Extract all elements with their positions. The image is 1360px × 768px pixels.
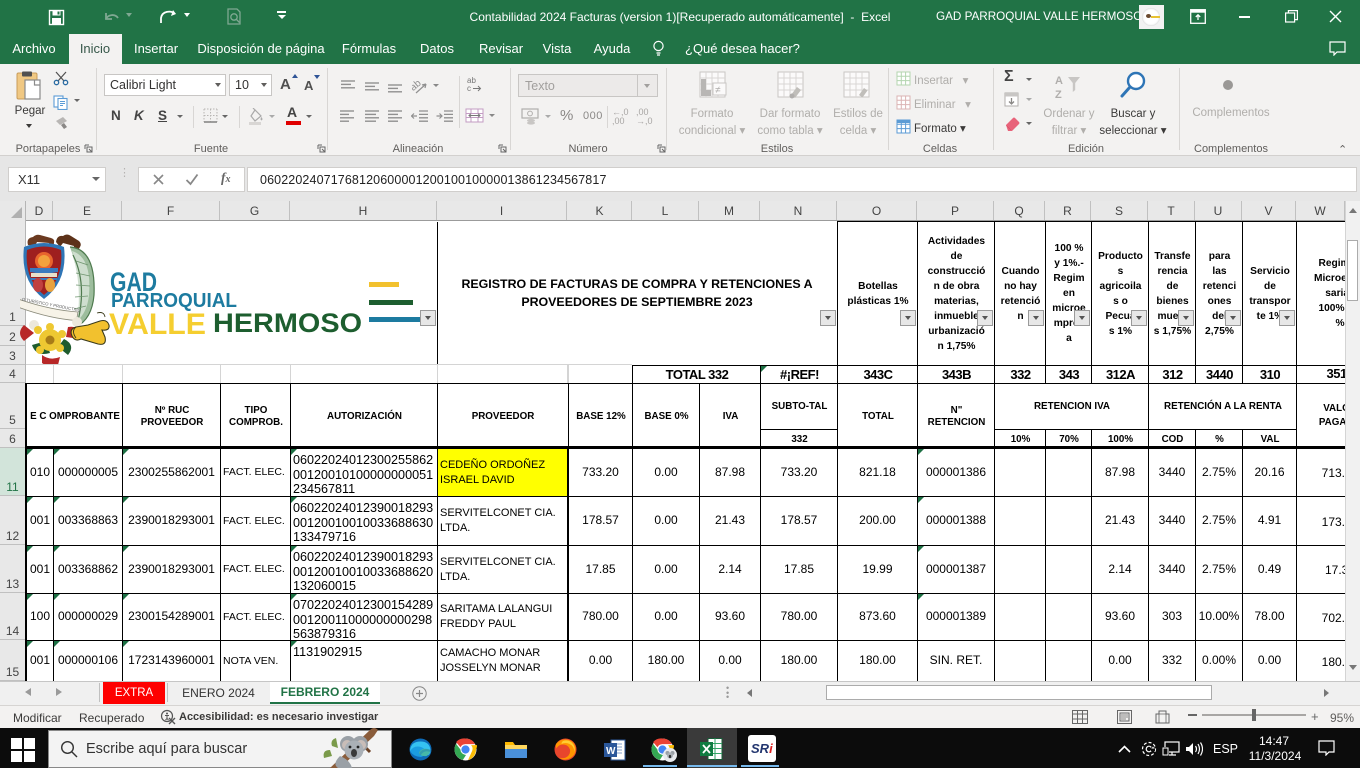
svg-text:≠: ≠ <box>715 85 721 96</box>
svg-text:VALLE: VALLE <box>109 308 206 341</box>
svg-text:A: A <box>1055 75 1063 87</box>
svg-text:W: W <box>606 746 616 757</box>
svg-text:HERMOSO: HERMOSO <box>213 308 362 338</box>
svg-text:Z: Z <box>1055 89 1062 100</box>
svg-text:c: c <box>467 84 471 93</box>
